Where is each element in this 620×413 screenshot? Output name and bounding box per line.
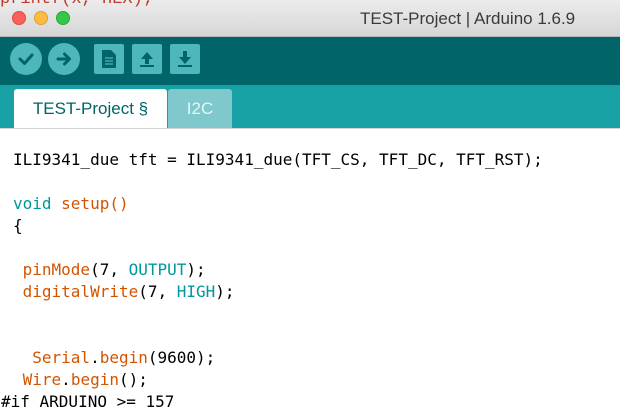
new-sketch-button[interactable] [94,44,124,74]
toolbar [0,37,620,85]
upload-button[interactable] [48,43,80,75]
code-token: ); [215,282,235,301]
function-token: setup() [51,194,129,213]
open-up-arrow-icon [140,52,154,67]
minimize-window-button[interactable] [34,11,48,25]
function-token: begin [70,370,119,389]
open-button[interactable] [132,44,162,74]
code-line: ILI9341_due tft = ILI9341_due(TFT_CS, TF… [13,150,543,169]
code-editor[interactable]: ILI9341_due tft = ILI9341_due(TFT_CS, TF… [0,128,620,411]
verify-button[interactable] [10,43,42,75]
tab-test-project[interactable]: TEST-Project § [14,89,167,128]
function-token: Wire [13,370,62,389]
code-line: void setup() [13,193,543,215]
close-window-button[interactable] [12,11,26,25]
maximize-window-button[interactable] [56,11,70,25]
code-token: (9600); [147,348,216,367]
code-lines: ILI9341_due tft = ILI9341_due(TFT_CS, TF… [1,149,543,413]
window-controls [12,11,70,25]
code-token: . [90,348,100,367]
verify-check-icon [18,53,34,65]
function-token: Serial [13,348,91,367]
code-line-highlighted: digitalWrite(7, HIGH); [13,281,543,303]
save-button[interactable] [170,44,200,74]
code-line: { [13,216,23,235]
code-line-highlighted: pinMode(7, OUTPUT); [13,259,543,281]
code-token: ); [186,260,206,279]
function-token: pinMode [13,260,91,279]
keyword-token: void [13,194,52,213]
constant-token: OUTPUT [128,260,187,279]
window-title: TEST-Project | Arduino 1.6.9 [360,9,576,28]
window-titlebar: printf(x, HEX); TEST-Project | Arduino 1… [0,0,620,37]
tab-i2c[interactable]: I2C [168,89,232,128]
code-token: (7, [138,282,177,301]
function-token: digitalWrite [13,282,139,301]
save-down-arrow-icon [178,51,192,67]
code-token: (7, [90,260,129,279]
function-token: begin [99,348,148,367]
code-line: Serial.begin(9600); [13,347,543,369]
code-line: Wire.begin(); [13,369,543,391]
new-file-icon [102,50,116,68]
code-line: #if ARDUINO >= 157 [1,392,175,411]
code-token: (); [118,370,148,389]
upload-arrow-icon [56,52,71,66]
tab-bar: TEST-Project § I2C [0,85,620,128]
background-window-text: printf(x, HEX); [0,0,153,9]
constant-token: HIGH [176,282,216,301]
code-token: . [61,370,71,389]
